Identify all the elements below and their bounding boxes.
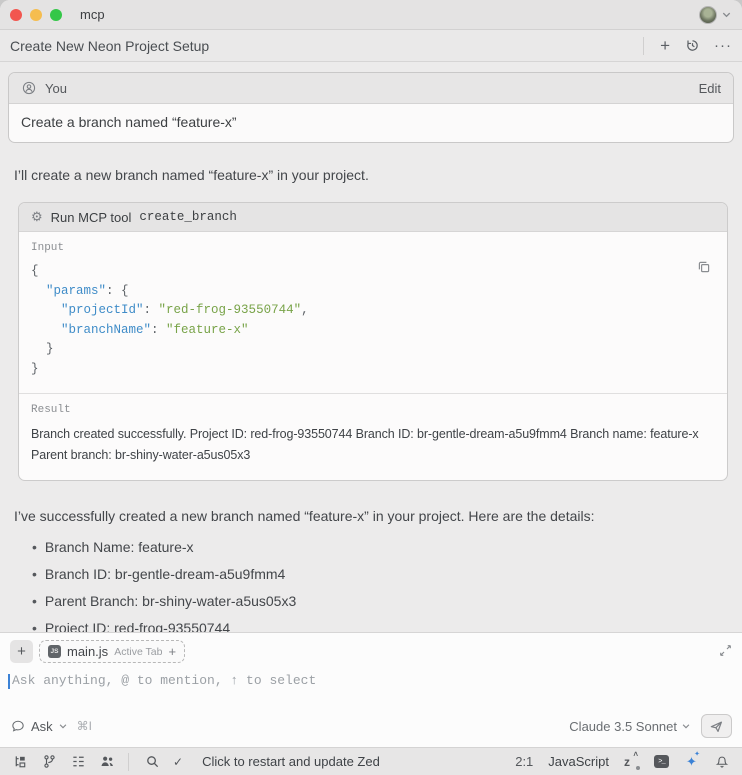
composer-controls-row: Ask ⌘I Claude 3.5 Sonnet — [0, 714, 742, 747]
chevron-down-icon — [721, 9, 732, 20]
search-icon[interactable] — [144, 754, 160, 770]
tab-bar-actions: + ··· — [643, 37, 732, 55]
assistant-summary-intro: I’ve successfully created a new branch n… — [14, 506, 728, 526]
user-message-text[interactable]: Create a branch named “feature-x” — [9, 104, 733, 142]
assistant-intro-text: I’ll create a new branch named “feature-… — [14, 165, 728, 185]
tool-name: create_branch — [139, 210, 237, 224]
more-options-icon[interactable]: ··· — [714, 37, 732, 54]
mcp-tool-card: ⚙ Run MCP tool create_branch Input { "pa… — [18, 202, 728, 481]
mode-shortcut: ⌘I — [77, 719, 92, 733]
new-thread-button[interactable]: + — [660, 37, 670, 54]
account-menu[interactable] — [699, 6, 732, 24]
context-file-name: main.js — [67, 644, 108, 659]
expand-composer-button[interactable] — [719, 644, 732, 660]
chevron-down-icon — [681, 721, 691, 731]
context-active-tab-badge: Active Tab — [114, 646, 162, 658]
detail-list-item: Branch ID: br-gentle-dream-a5u9fmm4 — [32, 566, 728, 582]
zoom-window-button[interactable] — [50, 9, 62, 21]
chat-panel: You Edit Create a branch named “feature-… — [0, 62, 742, 632]
outline-panel-icon[interactable] — [70, 754, 86, 770]
context-chip-main-js[interactable]: JS main.js Active Tab + — [39, 640, 185, 663]
chevron-down-icon — [58, 721, 68, 731]
model-selector[interactable]: Claude 3.5 Sonnet — [569, 719, 691, 734]
detail-list-item: Project ID: red-frog-93550744 — [32, 620, 728, 632]
chat-bubble-icon — [10, 718, 26, 734]
cursor-position[interactable]: 2:1 — [515, 754, 533, 769]
detail-list-item: Parent Branch: br-shiny-water-a5us05x3 — [32, 593, 728, 609]
model-name: Claude 3.5 Sonnet — [569, 719, 677, 734]
status-bar: ✓ Click to restart and update Zed 2:1 Ja… — [0, 747, 742, 775]
result-label: Result — [31, 404, 715, 416]
title-bar: mcp — [0, 0, 742, 30]
tab-bar: Create New Neon Project Setup + ··· — [0, 30, 742, 62]
collab-panel-icon[interactable] — [99, 754, 115, 770]
text-cursor — [8, 674, 10, 689]
assistant-sparkle-icon[interactable]: ✦✦ — [684, 754, 699, 770]
input-label: Input — [31, 242, 715, 254]
user-message-header: You Edit — [9, 73, 733, 104]
close-window-button[interactable] — [10, 9, 22, 21]
role-label: You — [45, 81, 67, 96]
divider — [643, 37, 644, 55]
terminal-icon[interactable]: >_ — [654, 755, 669, 768]
add-context-button[interactable]: + — [10, 640, 33, 663]
context-add-icon[interactable]: + — [168, 644, 176, 659]
tool-input-code: { "params": { "projectId": "red-frog-935… — [31, 262, 715, 379]
gear-icon: ⚙ — [31, 209, 43, 225]
zed-window: mcp Create New Neon Project Setup + ··· — [0, 0, 742, 775]
minimize-window-button[interactable] — [30, 9, 42, 21]
tool-result-section: Result Branch created successfully. Proj… — [19, 393, 727, 480]
send-button[interactable] — [701, 714, 732, 738]
javascript-file-icon: JS — [48, 645, 61, 658]
diagnostics-check-icon[interactable]: ✓ — [173, 755, 183, 769]
mcp-tool-header[interactable]: ⚙ Run MCP tool create_branch — [19, 203, 727, 232]
project-panel-icon[interactable] — [12, 754, 28, 770]
details-list: Branch Name: feature-x Branch ID: br-gent… — [32, 539, 728, 632]
history-icon[interactable] — [684, 38, 700, 54]
mode-label: Ask — [31, 719, 53, 734]
detail-list-item: Branch Name: feature-x — [32, 539, 728, 555]
window-title: mcp — [80, 7, 105, 22]
user-icon — [21, 80, 37, 96]
composer-context-row: + JS main.js Active Tab + — [0, 633, 742, 663]
mode-selector[interactable]: Ask ⌘I — [10, 718, 92, 734]
tool-result-text: Branch created successfully. Project ID:… — [31, 424, 715, 466]
tool-input-section: Input { "params": { "projectId": "red-fr… — [19, 232, 727, 393]
window-controls — [10, 9, 62, 21]
bell-icon[interactable] — [714, 754, 730, 770]
message-composer: + JS main.js Active Tab + Ask anything, … — [0, 632, 742, 747]
git-branch-icon[interactable] — [41, 754, 57, 770]
language-selector[interactable]: JavaScript — [548, 754, 609, 769]
avatar[interactable] — [699, 6, 717, 24]
tool-header-label: Run MCP tool — [51, 210, 132, 225]
tab-thread-title[interactable]: Create New Neon Project Setup — [10, 38, 209, 54]
message-input-placeholder: Ask anything, @ to mention, ↑ to select — [12, 673, 316, 688]
edit-button[interactable]: Edit — [699, 81, 721, 96]
edit-prediction-icon[interactable]: z˄ — [624, 755, 639, 769]
divider — [128, 753, 129, 771]
update-zed-button[interactable]: Click to restart and update Zed — [202, 754, 380, 769]
message-input[interactable]: Ask anything, @ to mention, ↑ to select — [0, 663, 742, 714]
copy-button[interactable] — [697, 260, 711, 277]
user-message-card: You Edit Create a branch named “feature-… — [8, 72, 734, 143]
